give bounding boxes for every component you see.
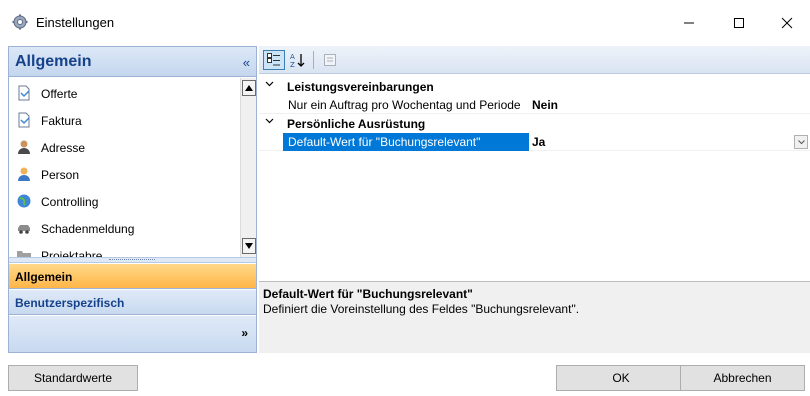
categorized-view-button[interactable] <box>263 50 285 70</box>
navigation-header-title: Allgemein <box>15 53 92 70</box>
property-grid: Leistungsvereinbarungen Nur ein Auftrag … <box>259 75 810 285</box>
navigation-pane: Allgemein « Offerte Faktura Adresse Pers… <box>8 46 257 353</box>
nav-item-label: Person <box>41 168 80 182</box>
property-description-panel: Default-Wert für "Buchungsrelevant" Defi… <box>259 281 810 353</box>
window-title: Einstellungen <box>36 15 115 30</box>
property-row-buchungsrelevant[interactable]: Default-Wert für "Buchungsrelevant" Ja <box>259 133 810 151</box>
nav-item-person[interactable]: Person <box>9 161 240 188</box>
nav-item-controlling[interactable]: Controlling <box>9 188 240 215</box>
property-name: Default-Wert für "Buchungsrelevant" <box>283 133 529 151</box>
nav-item-label: Faktura <box>41 114 82 128</box>
maximize-icon <box>734 18 744 28</box>
navigation-splitter[interactable] <box>9 257 256 263</box>
triangle-up-icon <box>245 85 253 91</box>
nav-item-label: Adresse <box>41 141 86 155</box>
gear-icon <box>12 14 28 30</box>
collapse-pane-button[interactable]: « <box>243 55 250 70</box>
chevron-down-icon <box>797 139 805 144</box>
nav-item-label: Schadenmeldung <box>41 222 135 236</box>
categorized-icon <box>267 53 280 66</box>
category-row-leistungsvereinbarungen[interactable]: Leistungsvereinbarungen <box>259 78 810 96</box>
title-bar: Einstellungen <box>0 0 810 46</box>
group-button-benutzerspezifisch[interactable]: Benutzerspezifisch <box>9 290 256 315</box>
property-grid-pane: A Z Leistungsvereinbarungen Nur ein Auft… <box>259 46 810 353</box>
property-value[interactable]: Ja <box>532 135 545 149</box>
scroll-down-button[interactable] <box>242 238 256 254</box>
property-value[interactable]: Nein <box>532 98 558 112</box>
dropdown-button[interactable] <box>794 135 808 149</box>
property-grid-toolbar: A Z <box>259 46 810 74</box>
description-text: Definiert die Voreinstellung des Feldes … <box>263 302 580 316</box>
document-icon <box>16 112 32 128</box>
property-row-nur-ein-auftrag[interactable]: Nur ein Auftrag pro Wochentag und Period… <box>259 96 810 114</box>
nav-item-offerte[interactable]: Offerte <box>9 80 240 107</box>
minimize-button[interactable] <box>666 0 712 46</box>
minimize-icon <box>684 22 694 24</box>
navigation-list: Offerte Faktura Adresse Person Controlli… <box>9 78 240 257</box>
scroll-up-button[interactable] <box>242 80 256 96</box>
folder-icon <box>16 247 32 257</box>
nav-item-label: Offerte <box>41 87 78 101</box>
category-row-persoenliche-ausruestung[interactable]: Persönliche Ausrüstung <box>259 115 810 133</box>
ok-button[interactable]: OK <box>556 365 686 391</box>
nav-item-projektabrechnung[interactable]: Projektabre... <box>9 242 240 257</box>
group-button-label: Allgemein <box>15 270 73 284</box>
navigation-overflow-bar: » <box>9 316 256 352</box>
car-icon <box>16 220 32 236</box>
group-button-allgemein[interactable]: Allgemein <box>9 264 256 289</box>
user-icon <box>16 166 32 182</box>
category-label: Persönliche Ausrüstung <box>287 117 426 131</box>
close-icon <box>781 17 793 29</box>
maximize-button[interactable] <box>716 0 762 46</box>
nav-item-schadenmeldung[interactable]: Schadenmeldung <box>9 215 240 242</box>
nav-item-adresse[interactable]: Adresse <box>9 134 240 161</box>
defaults-button[interactable]: Standardwerte <box>8 365 138 391</box>
svg-text:A: A <box>290 53 295 61</box>
alphabetical-view-button[interactable]: A Z <box>287 50 309 70</box>
close-button[interactable] <box>764 0 810 46</box>
chevron-down-icon[interactable] <box>265 80 274 91</box>
document-icon <box>16 85 32 101</box>
chevron-down-icon[interactable] <box>265 117 274 128</box>
group-button-label: Benutzerspezifisch <box>15 296 125 310</box>
sort-alphabetical-icon: A Z <box>290 53 305 68</box>
navigation-scrollbar[interactable] <box>240 78 256 257</box>
user-icon <box>16 139 32 155</box>
category-label: Leistungsvereinbarungen <box>287 80 434 94</box>
toolbar-separator <box>313 51 314 69</box>
svg-text:Z: Z <box>290 61 295 68</box>
nav-item-label: Projektabre... <box>41 249 113 257</box>
nav-item-label: Controlling <box>41 195 99 209</box>
splitter-grip[interactable] <box>109 259 155 262</box>
triangle-down-icon <box>245 243 253 249</box>
property-pages-button[interactable] <box>319 50 341 70</box>
property-name: Nur ein Auftrag pro Wochentag und Period… <box>288 98 521 112</box>
overflow-chevron-icon[interactable]: » <box>241 326 248 340</box>
description-title: Default-Wert für "Buchungsrelevant" <box>263 287 473 301</box>
globe-icon <box>16 193 32 209</box>
cancel-button[interactable]: Abbrechen <box>680 365 805 391</box>
nav-item-faktura[interactable]: Faktura <box>9 107 240 134</box>
navigation-header: Allgemein « <box>9 47 256 77</box>
property-pages-icon <box>324 54 336 66</box>
